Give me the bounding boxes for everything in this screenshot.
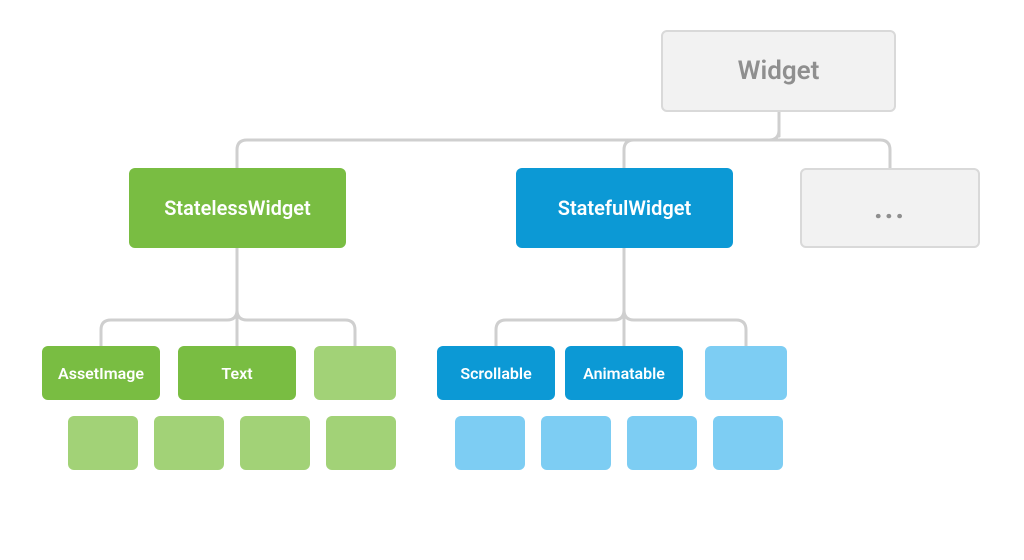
node-stateful-widget: StatefulWidget [516, 168, 733, 248]
node-stateful-extra-3 [627, 416, 697, 470]
node-label: Animatable [583, 364, 665, 383]
node-stateful-placeholder [705, 346, 787, 400]
node-animatable: Animatable [565, 346, 683, 400]
node-label: StatefulWidget [558, 196, 692, 220]
node-text: Text [178, 346, 296, 400]
node-stateless-extra-2 [154, 416, 224, 470]
node-label: Text [221, 364, 252, 383]
node-stateful-extra-4 [713, 416, 783, 470]
node-scrollable: Scrollable [437, 346, 555, 400]
node-stateless-widget: StatelessWidget [129, 168, 346, 248]
node-label: Scrollable [460, 364, 531, 383]
node-stateless-extra-1 [68, 416, 138, 470]
node-stateless-extra-4 [326, 416, 396, 470]
node-stateful-extra-1 [455, 416, 525, 470]
node-label: AssetImage [58, 364, 144, 383]
node-label: ... [874, 191, 906, 226]
node-stateless-placeholder [314, 346, 396, 400]
node-label: StatelessWidget [164, 196, 311, 220]
node-stateless-extra-3 [240, 416, 310, 470]
node-stateful-extra-2 [541, 416, 611, 470]
node-asset-image: AssetImage [42, 346, 160, 400]
node-label: Widget [738, 56, 820, 86]
node-more-ellipsis: ... [800, 168, 980, 248]
node-widget-root: Widget [661, 30, 896, 112]
